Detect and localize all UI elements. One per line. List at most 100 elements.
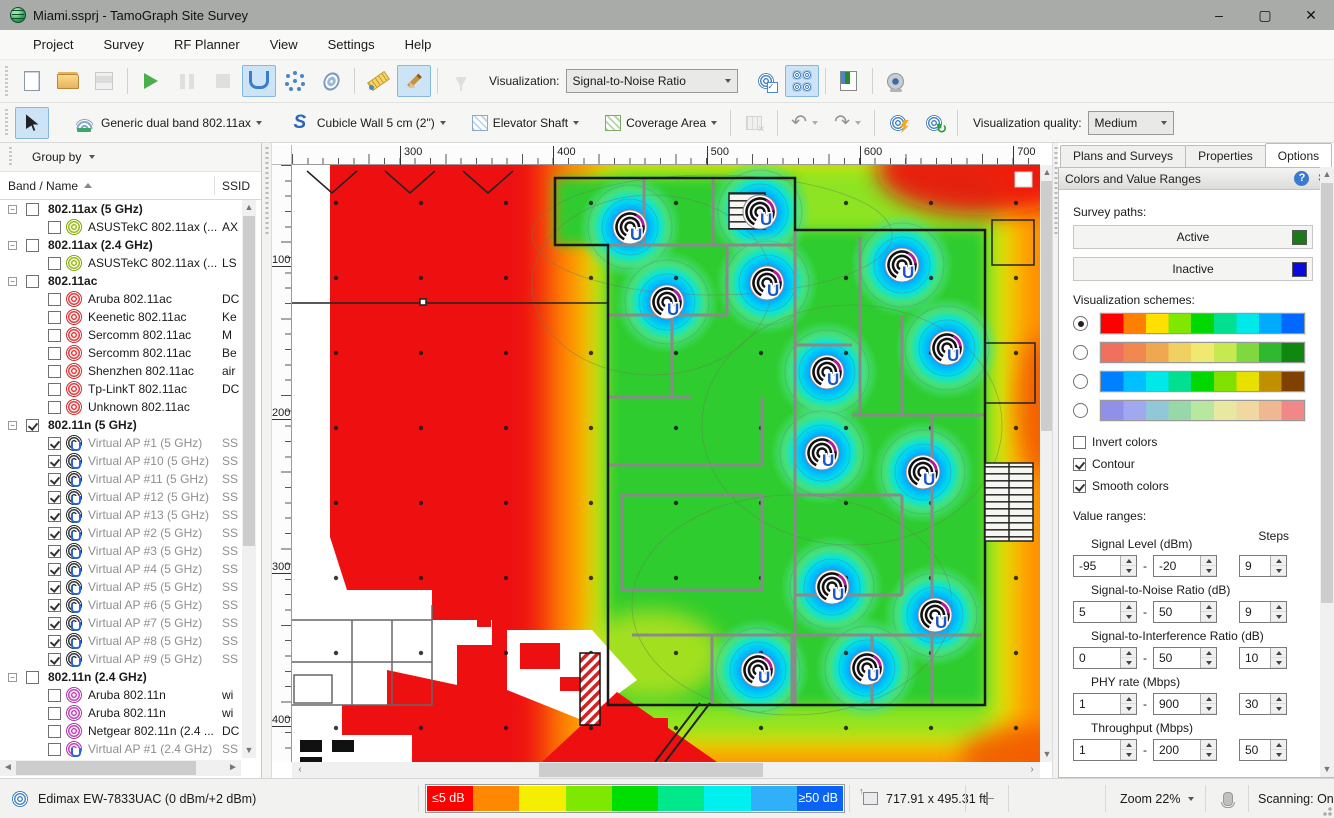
resize-grip[interactable] bbox=[1320, 804, 1332, 816]
spin-up-icon[interactable] bbox=[1201, 740, 1216, 750]
spin-up-icon[interactable] bbox=[1121, 694, 1136, 704]
tree-vertical-scrollbar[interactable]: ▲ ▼ bbox=[242, 200, 256, 758]
ap-checkbox[interactable] bbox=[48, 527, 61, 540]
show-all-aps-button[interactable] bbox=[785, 65, 819, 97]
group-checkbox[interactable] bbox=[26, 671, 39, 684]
spin-down-icon[interactable] bbox=[1201, 612, 1216, 622]
ap-checkbox[interactable] bbox=[48, 563, 61, 576]
start-survey-button[interactable] bbox=[134, 65, 168, 97]
tree-ap-row[interactable]: Virtual AP #7 (5 GHz) SS bbox=[0, 614, 241, 632]
tree-ap-row[interactable]: Virtual AP #5 (5 GHz) SS bbox=[0, 578, 241, 596]
ap-checkbox[interactable] bbox=[48, 509, 61, 522]
collapse-icon[interactable]: − bbox=[8, 421, 17, 430]
checkbox[interactable] bbox=[1073, 458, 1086, 471]
tree-ap-row[interactable]: Aruba 802.11n wi bbox=[0, 686, 241, 704]
tree-ap-row[interactable]: ASUSTekC 802.11ax (... LS bbox=[0, 254, 241, 272]
spin-up-icon[interactable] bbox=[1201, 556, 1216, 566]
tree-ap-row[interactable]: Sercomm 802.11ac M bbox=[0, 326, 241, 344]
scheme-radio[interactable] bbox=[1073, 403, 1088, 418]
pan-tool-button[interactable] bbox=[975, 779, 999, 818]
spin-down-icon[interactable] bbox=[1121, 750, 1136, 760]
spin-up-icon[interactable] bbox=[1271, 556, 1286, 566]
tree-ap-row[interactable]: Aruba 802.11ac DC bbox=[0, 290, 241, 308]
ap-checkbox[interactable] bbox=[48, 473, 61, 486]
range-steps-input[interactable]: 50 bbox=[1239, 739, 1287, 761]
range-min-input[interactable]: 5 bbox=[1073, 601, 1137, 623]
ap-checkbox[interactable] bbox=[48, 689, 61, 702]
scheme-option[interactable] bbox=[1073, 342, 1313, 363]
spin-up-icon[interactable] bbox=[1271, 602, 1286, 612]
range-max-input[interactable]: 50 bbox=[1153, 601, 1217, 623]
calibrate-button[interactable] bbox=[361, 65, 395, 97]
spin-up-icon[interactable] bbox=[1121, 648, 1136, 658]
ap-checkbox[interactable] bbox=[48, 725, 61, 738]
left-splitter[interactable] bbox=[262, 143, 272, 778]
option-contour[interactable]: Contour bbox=[1073, 457, 1313, 471]
spin-up-icon[interactable] bbox=[1121, 556, 1136, 566]
spin-down-icon[interactable] bbox=[1121, 566, 1136, 576]
ap-checkbox[interactable] bbox=[48, 383, 61, 396]
tree-ap-row[interactable]: Sercomm 802.11ac Be bbox=[0, 344, 241, 362]
option-invert-colors[interactable]: Invert colors bbox=[1073, 435, 1313, 449]
select-aps-button[interactable] bbox=[749, 65, 783, 97]
menu-help[interactable]: Help bbox=[390, 30, 447, 59]
collapse-icon[interactable]: − bbox=[8, 673, 17, 682]
option-smooth-colors[interactable]: Smooth colors bbox=[1073, 479, 1313, 493]
refresh-visualization-button[interactable] bbox=[917, 107, 951, 139]
spin-down-icon[interactable] bbox=[1271, 658, 1286, 668]
tree-group-row[interactable]: − 802.11ax (5 GHz) bbox=[0, 200, 241, 218]
range-min-input[interactable]: 1 bbox=[1073, 693, 1137, 715]
ap-checkbox[interactable] bbox=[48, 311, 61, 324]
active-path-color-button[interactable]: Active bbox=[1073, 225, 1313, 249]
scheme-radio[interactable] bbox=[1073, 374, 1088, 389]
tree-ap-row[interactable]: Virtual AP #4 (5 GHz) SS bbox=[0, 560, 241, 578]
recalculate-visualization-button[interactable] bbox=[881, 107, 915, 139]
scheme-option[interactable] bbox=[1073, 371, 1313, 392]
spin-down-icon[interactable] bbox=[1121, 612, 1136, 622]
range-steps-input[interactable]: 9 bbox=[1239, 555, 1287, 577]
tree-ap-row[interactable]: Aruba 802.11n wi bbox=[0, 704, 241, 722]
range-min-input[interactable]: 0 bbox=[1073, 647, 1137, 669]
ap-checkbox[interactable] bbox=[48, 347, 61, 360]
new-project-button[interactable] bbox=[15, 65, 49, 97]
ap-type-selector[interactable]: Generic dual band 802.11ax bbox=[65, 107, 269, 139]
scheme-option[interactable] bbox=[1073, 400, 1313, 421]
toolbar-grip[interactable] bbox=[6, 147, 16, 167]
scheme-radio[interactable] bbox=[1073, 316, 1088, 331]
map-horizontal-scrollbar[interactable]: ‹ › bbox=[292, 762, 1040, 778]
tree-ap-row[interactable]: Virtual AP #1 (2.4 GHz) SS bbox=[0, 740, 241, 758]
area-type-selector[interactable]: Coverage Area bbox=[598, 107, 724, 139]
spin-down-icon[interactable] bbox=[1271, 566, 1286, 576]
group-checkbox[interactable] bbox=[26, 203, 39, 216]
close-button[interactable]: ✕ bbox=[1288, 0, 1334, 30]
redo-button[interactable]: ↷ bbox=[827, 107, 868, 139]
spin-up-icon[interactable] bbox=[1121, 740, 1136, 750]
tree-ap-row[interactable]: Tp-LinkT 802.11ac DC bbox=[0, 380, 241, 398]
spin-down-icon[interactable] bbox=[1121, 704, 1136, 714]
ap-checkbox[interactable] bbox=[48, 221, 61, 234]
tab-options[interactable]: Options bbox=[1265, 143, 1332, 167]
minimize-button[interactable]: – bbox=[1196, 0, 1242, 30]
gps-receiver-button[interactable] bbox=[314, 65, 348, 97]
edit-mode-button[interactable] bbox=[397, 65, 431, 97]
ap-checkbox[interactable] bbox=[48, 455, 61, 468]
ap-checkbox[interactable] bbox=[48, 599, 61, 612]
tree-ap-row[interactable]: Unknown 802.11ac bbox=[0, 398, 241, 416]
range-steps-input[interactable]: 30 bbox=[1239, 693, 1287, 715]
ap-checkbox[interactable] bbox=[48, 653, 61, 666]
ap-checkbox[interactable] bbox=[48, 707, 61, 720]
group-checkbox[interactable] bbox=[26, 275, 39, 288]
tree-ap-row[interactable]: Virtual AP #3 (5 GHz) SS bbox=[0, 542, 241, 560]
zoom-control[interactable]: Zoom 22% bbox=[1120, 779, 1194, 818]
range-max-input[interactable]: 50 bbox=[1153, 647, 1217, 669]
scheme-option[interactable] bbox=[1073, 313, 1313, 334]
spin-down-icon[interactable] bbox=[1271, 612, 1286, 622]
tree-ap-row[interactable]: Netgear 802.11n (2.4 ... DC bbox=[0, 722, 241, 740]
place-marker-button[interactable] bbox=[444, 65, 478, 97]
collapse-icon[interactable]: − bbox=[8, 277, 17, 286]
tree-group-row[interactable]: − 802.11n (2.4 GHz) bbox=[0, 668, 241, 686]
spin-up-icon[interactable] bbox=[1121, 602, 1136, 612]
heatmap-canvas[interactable]: U U U U U U U U bbox=[292, 165, 1040, 762]
column-band-name[interactable]: Band / Name bbox=[0, 179, 78, 193]
spin-down-icon[interactable] bbox=[1201, 750, 1216, 760]
